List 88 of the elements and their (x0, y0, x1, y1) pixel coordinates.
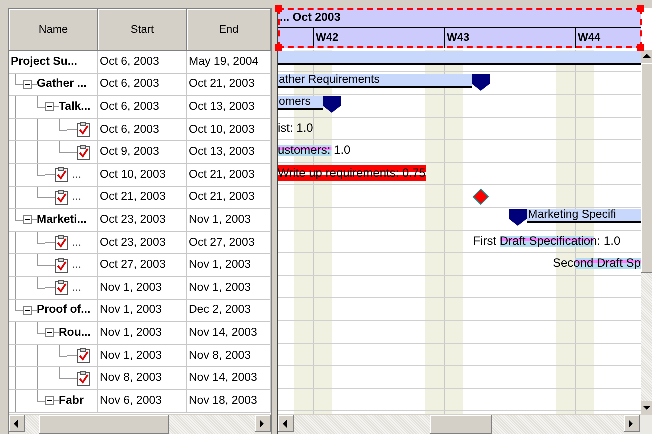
summary-marker (322, 96, 341, 114)
summary-bar[interactable]: omers (278, 96, 323, 110)
summary-bar[interactable]: ather Requirements (278, 74, 472, 88)
task-name: Proof of... (37, 304, 91, 316)
bar-label: ist: 1.0 (278, 120, 314, 137)
collapse-icon[interactable] (23, 80, 32, 89)
column-header[interactable]: End (187, 9, 271, 51)
summary-bar[interactable]: Marketing Specifi (527, 209, 641, 224)
table-cell: Nov 1, 2003 (187, 254, 271, 276)
task-name: Fabr (59, 394, 84, 407)
task-name: Marketi... (37, 214, 87, 226)
week-label: W43 (447, 32, 470, 44)
clipboard-check-icon (55, 258, 68, 273)
table-cell: Nov 1, 2003 (98, 344, 187, 366)
table-cell: Oct 10, 2003 (98, 164, 187, 186)
collapse-icon[interactable] (45, 328, 54, 338)
clipboard-check-icon (77, 122, 90, 138)
task-name: Project Su... (11, 56, 78, 68)
table-cell: Oct 13, 2003 (187, 96, 271, 118)
table-cell: Nov 18, 2003 (187, 390, 271, 412)
table-cell: Nov 14, 2003 (187, 322, 271, 344)
summary-marker (509, 209, 528, 226)
task-name: ... (72, 282, 82, 294)
table-cell: Nov 1, 2003 (98, 322, 187, 344)
table-cell: Oct 6, 2003 (98, 51, 187, 73)
summary-marker (472, 74, 490, 91)
scroll-left-button[interactable] (9, 415, 25, 432)
table-cell: Oct 6, 2003 (98, 74, 187, 96)
clipboard-check-icon (77, 144, 90, 160)
table-cell: Oct 13, 2003 (187, 141, 271, 163)
scroll-left-button[interactable] (278, 415, 294, 432)
clipboard-check-icon (55, 280, 68, 296)
table-cell: Nov 1, 2003 (187, 276, 271, 299)
table-cell: Nov 1, 2003 (98, 300, 187, 322)
clipboard-check-icon (77, 348, 90, 364)
table-cell: Nov 1, 2003 (187, 209, 271, 231)
table-cell: Oct 27, 2003 (187, 232, 271, 254)
table-cell: Nov 8, 2003 (187, 344, 271, 366)
table-cell: Nov 6, 2003 (98, 390, 187, 412)
table-cell: Oct 10, 2003 (187, 118, 271, 140)
collapse-icon[interactable] (23, 306, 32, 315)
month-label: ... Oct 2003 (280, 12, 341, 24)
task-bar[interactable]: Second Draft Sp (552, 255, 641, 272)
task-name: Rou... (59, 326, 91, 339)
table-cell: Oct 6, 2003 (98, 96, 187, 118)
table-cell: Oct 21, 2003 (187, 164, 271, 186)
scrollbar-thumb[interactable] (641, 63, 652, 273)
task-name: ... (72, 191, 82, 204)
resize-handle[interactable] (275, 5, 282, 12)
table-cell: Oct 21, 2003 (187, 186, 271, 208)
task-name: ... (72, 236, 82, 249)
table-cell: Oct 27, 2003 (98, 254, 187, 276)
table-cell: Oct 21, 2003 (98, 186, 187, 208)
clipboard-check-icon (77, 370, 90, 386)
clipboard-check-icon (55, 167, 68, 182)
resize-handle[interactable] (637, 5, 644, 12)
clipboard-check-icon (55, 235, 68, 250)
resize-handle[interactable] (275, 44, 282, 51)
scrollbar-thumb[interactable] (430, 415, 492, 434)
table-cell: Nov 8, 2003 (98, 367, 187, 389)
scrollbar-thumb[interactable] (39, 415, 169, 434)
task-bar[interactable]: Write up requirements: 0.75 (278, 164, 426, 182)
table-cell: Dec 2, 2003 (187, 300, 271, 322)
table-cell: Oct 23, 2003 (98, 209, 187, 231)
table-cell: Oct 6, 2003 (98, 118, 187, 140)
collapse-icon[interactable] (45, 102, 54, 112)
collapse-icon[interactable] (23, 215, 32, 224)
resize-handle[interactable] (637, 44, 644, 51)
task-name: Talk... (59, 100, 91, 113)
column-header[interactable]: Start (98, 9, 187, 51)
task-name: ... (72, 168, 82, 181)
scroll-right-button[interactable] (255, 415, 271, 432)
table-cell: Nov 14, 2003 (187, 367, 271, 389)
table-cell: Oct 23, 2003 (98, 232, 187, 254)
week-label: W42 (316, 32, 339, 44)
milestone-diamond[interactable] (473, 188, 490, 205)
scroll-right-button[interactable] (624, 415, 640, 432)
task-name: ... (72, 259, 82, 272)
table-cell: May 19, 2004 (187, 51, 271, 73)
table-cell: Nov 1, 2003 (98, 276, 187, 299)
summary-bar[interactable] (278, 51, 641, 65)
table-cell: Oct 21, 2003 (187, 74, 271, 96)
task-name: Gather ... (37, 78, 87, 90)
column-header[interactable]: Name (9, 9, 98, 51)
week-label: W44 (578, 32, 601, 44)
clipboard-check-icon (55, 190, 68, 205)
collapse-icon[interactable] (45, 396, 54, 406)
table-cell: Oct 9, 2003 (98, 141, 187, 163)
